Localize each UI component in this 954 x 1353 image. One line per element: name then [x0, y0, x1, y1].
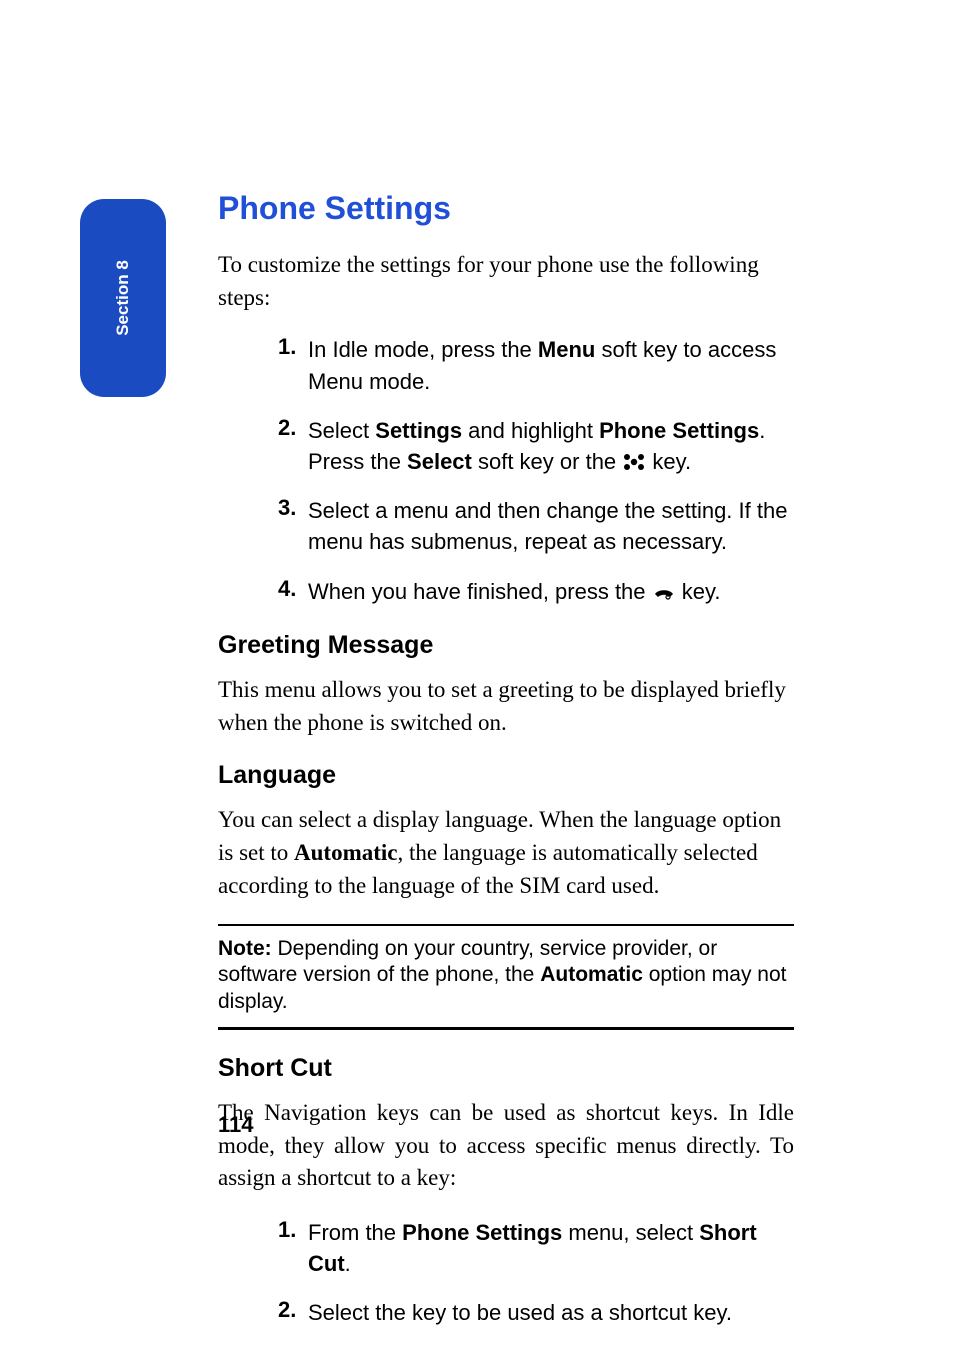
text: and highlight	[462, 418, 599, 443]
text: soft key or the	[472, 449, 622, 474]
step-number: 3.	[278, 495, 308, 557]
step-3: 3. Select a menu and then change the set…	[218, 495, 794, 557]
bold-text: Automatic	[540, 963, 643, 986]
note-text: Note: Depending on your country, service…	[218, 936, 794, 1015]
language-body: You can select a display language. When …	[218, 804, 794, 902]
bold-text: Phone Settings	[402, 1220, 562, 1245]
greeting-heading: Greeting Message	[218, 631, 794, 660]
note-box: Note: Depending on your country, service…	[218, 924, 794, 1030]
step-number: 2.	[278, 1297, 308, 1328]
bold-text: Automatic	[294, 840, 397, 865]
text: In Idle mode, press the	[308, 337, 538, 362]
note-label: Note:	[218, 937, 272, 960]
text: key.	[676, 579, 721, 604]
bold-text: Menu	[538, 337, 595, 362]
shortcut-step-1: 1. From the Phone Settings menu, select …	[218, 1217, 794, 1279]
step-body: In Idle mode, press the Menu soft key to…	[308, 334, 794, 396]
shortcut-steps-list: 1. From the Phone Settings menu, select …	[218, 1217, 794, 1329]
step-body: Select Settings and highlight Phone Sett…	[308, 415, 794, 477]
text: From the	[308, 1220, 402, 1245]
shortcut-step-2: 2. Select the key to be used as a shortc…	[218, 1297, 794, 1328]
end-key-icon	[652, 579, 676, 599]
greeting-body: This menu allows you to set a greeting t…	[218, 674, 794, 739]
bold-text: Phone Settings	[599, 418, 759, 443]
intro-text: To customize the settings for your phone…	[218, 249, 794, 314]
bold-text: Select	[407, 449, 472, 474]
section-tab-label: Section 8	[113, 260, 133, 336]
step-number: 4.	[278, 576, 308, 607]
page-title: Phone Settings	[218, 190, 794, 227]
step-number: 2.	[278, 415, 308, 477]
step-2: 2. Select Settings and highlight Phone S…	[218, 415, 794, 477]
text: key.	[646, 449, 691, 474]
manual-page: Section 8 Phone Settings To customize th…	[0, 0, 954, 1319]
content-area: Phone Settings To customize the settings…	[218, 190, 794, 1353]
text: .	[345, 1251, 351, 1276]
bold-text: Settings	[375, 418, 462, 443]
text: menu, select	[562, 1220, 699, 1245]
step-4: 4. When you have finished, press the key…	[218, 576, 794, 607]
step-body: When you have finished, press the key.	[308, 576, 794, 607]
step-number: 1.	[278, 334, 308, 396]
step-body: From the Phone Settings menu, select Sho…	[308, 1217, 794, 1279]
ok-key-icon	[622, 449, 646, 469]
step-number: 1.	[278, 1217, 308, 1279]
step-body: Select the key to be used as a shortcut …	[308, 1297, 794, 1328]
steps-list: 1. In Idle mode, press the Menu soft key…	[218, 334, 794, 607]
text: When you have finished, press the	[308, 579, 652, 604]
page-number: 114	[218, 1112, 254, 1138]
step-body: Select a menu and then change the settin…	[308, 495, 794, 557]
text: Select	[308, 418, 375, 443]
language-heading: Language	[218, 761, 794, 790]
shortcut-heading: Short Cut	[218, 1054, 794, 1083]
step-1: 1. In Idle mode, press the Menu soft key…	[218, 334, 794, 396]
section-tab: Section 8	[80, 199, 166, 397]
shortcut-body: The Navigation keys can be used as short…	[218, 1097, 794, 1195]
